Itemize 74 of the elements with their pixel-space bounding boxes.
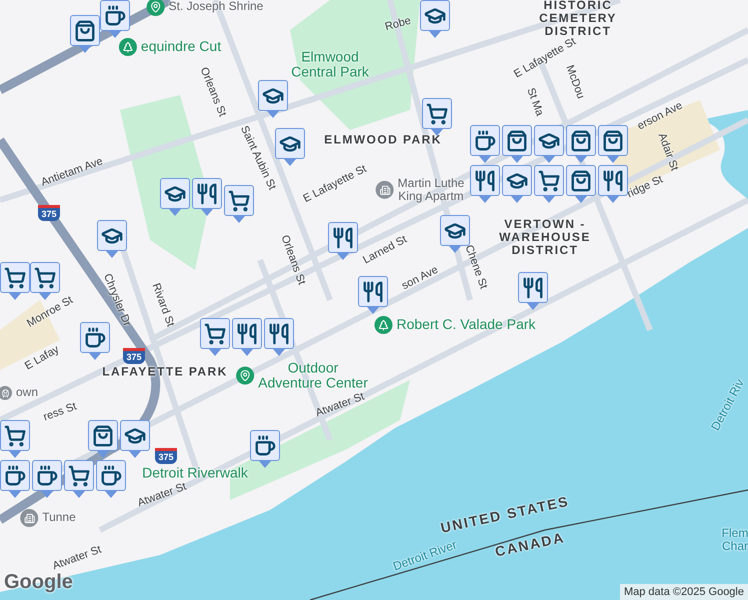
fork-knife-marker-icon[interactable] — [518, 272, 548, 310]
highway-shield: 375 — [123, 348, 145, 364]
street-label: son Ave — [400, 264, 440, 292]
park-label: Detroit Riverwalk — [142, 465, 248, 481]
highway-shield: 375 — [38, 205, 60, 221]
district-label: HISTORIC CEMETERY DISTRICT — [539, 0, 617, 39]
street-label: Rivard St — [150, 282, 176, 328]
shopping-bag-marker-icon[interactable] — [502, 125, 532, 163]
street-label: Saint Aubin St — [238, 124, 278, 192]
street-label: Robe — [384, 14, 412, 34]
cup-marker-icon[interactable] — [0, 460, 30, 498]
shopping-cart-marker-icon[interactable] — [422, 98, 452, 136]
park-label: Robert C. Valade Park — [396, 317, 536, 333]
district-label: VERTOWN - WAREHOUSE DISTRICT — [499, 218, 591, 258]
street-label: Chene St — [462, 243, 490, 291]
street-label: Atwater St — [51, 544, 103, 572]
shopping-cart-marker-icon[interactable] — [224, 185, 254, 223]
shopping-cart-marker-icon[interactable] — [0, 262, 30, 300]
graduation-cap-marker-icon[interactable] — [160, 178, 190, 216]
place-label: own — [16, 386, 38, 400]
graduation-cap-marker-icon[interactable] — [120, 420, 150, 458]
place-label: St. Joseph Shrine — [168, 0, 264, 14]
graduation-cap-marker-icon[interactable] — [534, 125, 564, 163]
cup-marker-icon[interactable] — [32, 460, 62, 498]
country-label: CANADA — [494, 530, 566, 560]
shopping-cart-marker-icon[interactable] — [0, 420, 30, 458]
street-label: Atwater St — [136, 480, 188, 510]
street-label: E Lafay — [22, 343, 62, 373]
shopping-bag-marker-icon[interactable] — [70, 15, 100, 53]
street-label: ridge St — [625, 174, 665, 200]
street-label: McDou — [563, 64, 587, 100]
place-label: Martin Luthe King Apartm — [398, 176, 464, 204]
shopping-cart-marker-icon[interactable] — [200, 318, 230, 356]
cup-marker-icon[interactable] — [80, 322, 110, 360]
fork-knife-marker-icon[interactable] — [358, 276, 388, 314]
shopping-cart-marker-icon[interactable] — [534, 165, 564, 203]
street-label: Orleans St — [198, 66, 228, 118]
district-label: ELMWOOD PARK — [324, 133, 442, 147]
shopping-cart-marker-icon[interactable] — [64, 460, 94, 498]
cup-marker-icon[interactable] — [100, 0, 130, 38]
cup-marker-icon[interactable] — [470, 125, 500, 163]
shopping-bag-marker-icon[interactable] — [566, 125, 596, 163]
shopping-cart-marker-icon[interactable] — [30, 262, 60, 300]
street-label: St Ma — [524, 86, 546, 118]
graduation-cap-marker-icon[interactable] — [275, 128, 305, 166]
street-label: Orleans St — [278, 234, 308, 286]
cup-marker-icon[interactable] — [96, 460, 126, 498]
water-label: Detroit River — [391, 538, 459, 574]
fork-knife-marker-icon[interactable] — [264, 318, 294, 356]
graduation-cap-marker-icon[interactable] — [258, 80, 288, 118]
map-attribution: Map data ©2025 Google — [620, 584, 748, 600]
park-label: Outdoor Adventure Center — [258, 360, 368, 392]
fork-knife-marker-icon[interactable] — [192, 178, 222, 216]
graduation-cap-marker-icon[interactable] — [97, 220, 127, 258]
graduation-cap-marker-icon[interactable] — [502, 165, 532, 203]
cup-marker-icon[interactable] — [250, 430, 280, 468]
water-label: Flem Char — [722, 526, 748, 554]
fork-knife-marker-icon[interactable] — [232, 318, 262, 356]
street-label: ress St — [42, 400, 78, 424]
shopping-bag-marker-icon[interactable] — [566, 165, 596, 203]
fork-knife-marker-icon[interactable] — [328, 222, 358, 260]
street-label: erson Ave — [636, 100, 684, 132]
highway-shield: 375 — [155, 448, 177, 464]
shopping-bag-marker-icon[interactable] — [88, 420, 118, 458]
street-label: Atwater St — [314, 390, 366, 420]
shopping-bag-marker-icon[interactable] — [598, 125, 628, 163]
fork-knife-marker-icon[interactable] — [598, 165, 628, 203]
graduation-cap-marker-icon[interactable] — [420, 0, 450, 38]
train-icon — [0, 386, 12, 400]
park-label: Elmwood Central Park — [291, 50, 369, 80]
fork-knife-marker-icon[interactable] — [470, 165, 500, 203]
place-label: Tunne — [42, 511, 76, 525]
park-label: equindre Cut — [140, 39, 222, 55]
street-label: Adair St — [656, 132, 680, 172]
